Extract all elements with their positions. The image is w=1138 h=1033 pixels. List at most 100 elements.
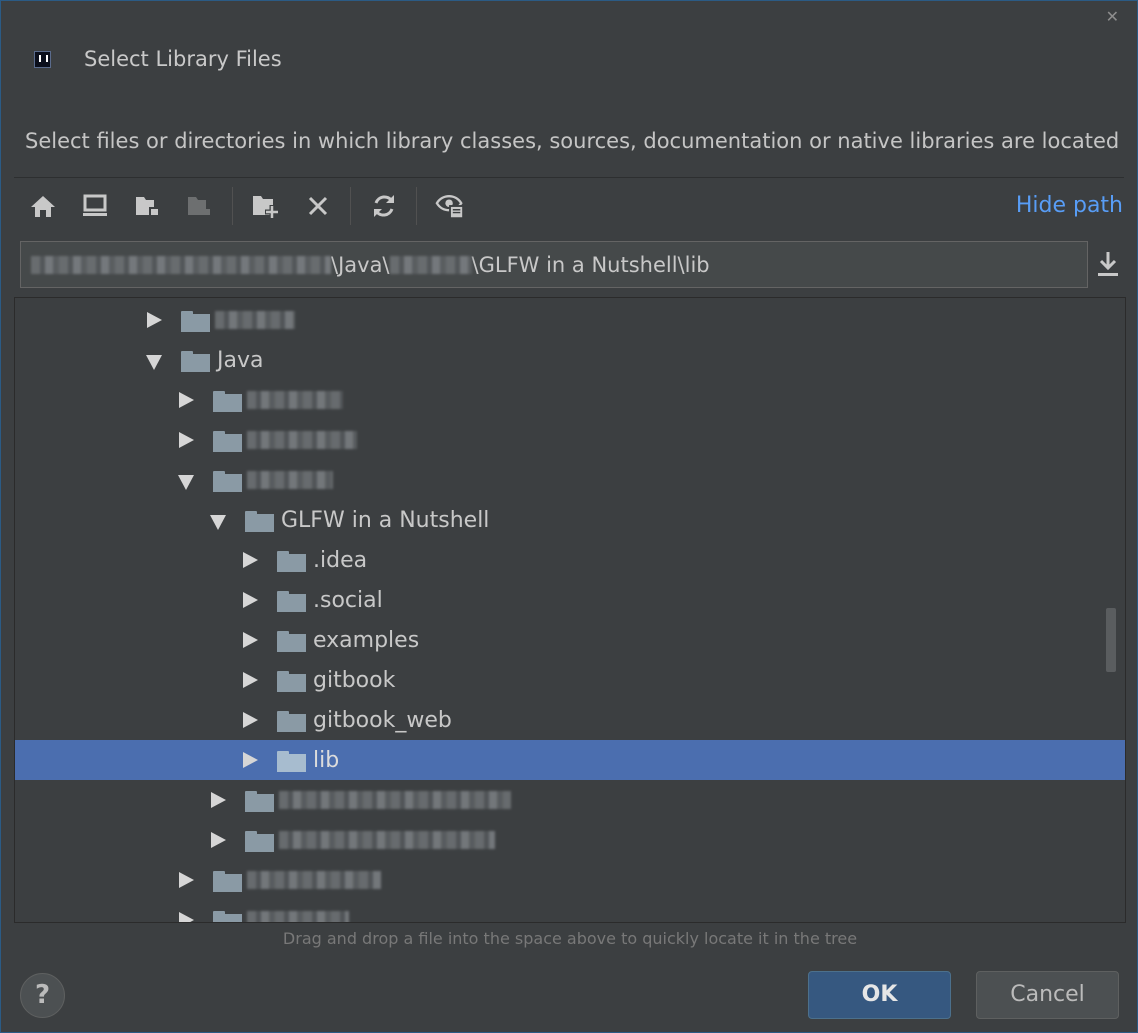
select-library-files-dialog: ✕ Select Library Files Select files or d… xyxy=(0,0,1138,1033)
redacted-name xyxy=(247,911,349,922)
tree-row-label xyxy=(215,308,295,333)
expand-arrow-icon[interactable] xyxy=(179,912,194,922)
expand-arrow-icon[interactable] xyxy=(179,432,194,448)
folder-icon xyxy=(277,631,306,652)
expand-arrow-icon[interactable] xyxy=(243,712,258,728)
redacted-path-segment xyxy=(31,256,331,274)
dialog-description: Select files or directories in which lib… xyxy=(25,129,1120,153)
tree-row-label xyxy=(279,788,511,813)
module-folder-icon[interactable] xyxy=(185,191,215,221)
tree-row-selected[interactable]: lib xyxy=(15,740,1125,780)
folder-icon xyxy=(181,311,210,332)
folder-icon xyxy=(245,511,274,532)
redacted-name xyxy=(279,831,495,849)
collapse-arrow-icon[interactable] xyxy=(146,355,162,370)
tree-row-label xyxy=(247,468,333,493)
hide-path-link[interactable]: Hide path xyxy=(1016,193,1123,218)
path-input[interactable]: \Java\ \GLFW in a Nutshell\lib xyxy=(20,241,1088,288)
tree-row-label: examples xyxy=(313,628,420,653)
download-icon[interactable] xyxy=(1093,249,1123,279)
tree-row-label xyxy=(279,828,495,853)
tree-row-label: gitbook_web xyxy=(313,708,452,733)
delete-icon[interactable] xyxy=(303,191,333,221)
collapse-arrow-icon[interactable] xyxy=(210,515,226,530)
folder-icon xyxy=(213,871,242,892)
drag-drop-hint: Drag and drop a file into the space abov… xyxy=(282,929,858,948)
tree-row[interactable]: .social xyxy=(15,580,1125,620)
project-folder-icon[interactable] xyxy=(133,191,163,221)
folder-icon xyxy=(245,791,274,812)
tree-row-label xyxy=(247,868,381,893)
tree-row[interactable]: .idea xyxy=(15,540,1125,580)
tree-row-label: .idea xyxy=(313,548,368,573)
tree-row-label xyxy=(247,908,349,922)
ok-button[interactable]: OK xyxy=(808,971,951,1019)
redacted-name xyxy=(247,391,343,409)
tree-row[interactable] xyxy=(15,460,1125,500)
close-button[interactable]: ✕ xyxy=(1106,7,1119,26)
tree-row[interactable]: examples xyxy=(15,620,1125,660)
toolbar-separator xyxy=(416,187,417,225)
folder-icon xyxy=(181,351,210,372)
tree-row[interactable] xyxy=(15,900,1125,922)
path-segment: \GLFW in a Nutshell\lib xyxy=(471,253,710,277)
toolbar-separator xyxy=(232,187,233,225)
tree-scrollbar-thumb[interactable] xyxy=(1106,608,1116,672)
redacted-path-segment xyxy=(389,256,472,274)
tree-row-label: GLFW in a Nutshell xyxy=(281,508,490,533)
desktop-icon[interactable] xyxy=(80,191,110,221)
folder-icon xyxy=(277,751,306,772)
cancel-button[interactable]: Cancel xyxy=(976,971,1119,1019)
redacted-name xyxy=(247,871,381,889)
redacted-name xyxy=(279,791,511,809)
folder-icon xyxy=(277,711,306,732)
dialog-title: Select Library Files xyxy=(84,47,282,71)
tree-row[interactable] xyxy=(15,380,1125,420)
help-button[interactable]: ? xyxy=(20,973,65,1018)
expand-arrow-icon[interactable] xyxy=(243,592,258,608)
tree-row[interactable] xyxy=(15,300,1125,340)
expand-arrow-icon[interactable] xyxy=(211,792,226,808)
tree-row[interactable]: gitbook_web xyxy=(15,700,1125,740)
collapse-arrow-icon[interactable] xyxy=(178,475,194,490)
expand-arrow-icon[interactable] xyxy=(243,632,258,648)
file-tree[interactable]: Java GLFW in a Nutshell .idea .social ex… xyxy=(14,297,1126,923)
tree-row[interactable]: GLFW in a Nutshell xyxy=(15,500,1125,540)
expand-arrow-icon[interactable] xyxy=(211,832,226,848)
file-chooser-toolbar xyxy=(25,187,485,227)
expand-arrow-icon[interactable] xyxy=(243,672,258,688)
new-folder-icon[interactable] xyxy=(251,191,281,221)
tree-row-label: Java xyxy=(217,348,264,373)
folder-icon xyxy=(213,391,242,412)
redacted-name xyxy=(247,471,333,489)
refresh-icon[interactable] xyxy=(369,191,399,221)
tree-row[interactable] xyxy=(15,420,1125,460)
expand-arrow-icon[interactable] xyxy=(243,552,258,568)
tree-row-label: .social xyxy=(313,588,383,613)
toolbar-separator xyxy=(350,187,351,225)
tree-row-label xyxy=(247,388,343,413)
redacted-name xyxy=(215,311,295,329)
redacted-name xyxy=(247,431,357,449)
tree-row-label: lib xyxy=(313,748,340,773)
tree-row[interactable]: gitbook xyxy=(15,660,1125,700)
header-divider xyxy=(14,177,1124,178)
tree-row[interactable] xyxy=(15,780,1125,820)
folder-icon xyxy=(277,671,306,692)
folder-icon xyxy=(213,911,242,922)
tree-row[interactable]: Java xyxy=(15,340,1125,380)
intellij-app-icon xyxy=(34,51,51,68)
tree-row[interactable] xyxy=(15,820,1125,860)
expand-arrow-icon[interactable] xyxy=(147,312,162,328)
folder-icon xyxy=(213,471,242,492)
tree-row[interactable] xyxy=(15,860,1125,900)
expand-arrow-icon[interactable] xyxy=(179,872,194,888)
folder-icon xyxy=(277,591,306,612)
folder-icon xyxy=(245,831,274,852)
home-icon[interactable] xyxy=(28,191,58,221)
folder-icon xyxy=(213,431,242,452)
show-hidden-icon[interactable] xyxy=(435,191,465,221)
expand-arrow-icon[interactable] xyxy=(243,752,258,768)
tree-row-label: gitbook xyxy=(313,668,396,693)
expand-arrow-icon[interactable] xyxy=(179,392,194,408)
